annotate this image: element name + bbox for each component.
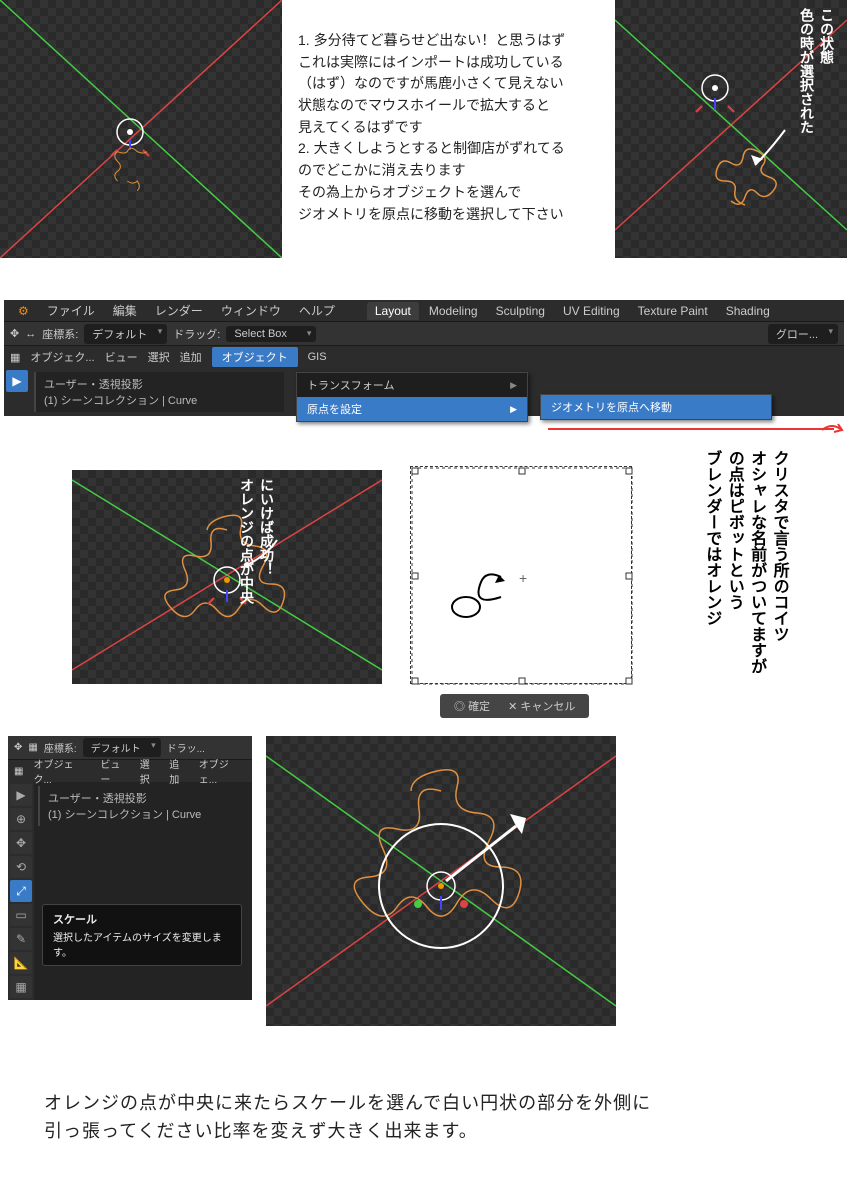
blender-icon: ⚙: [10, 302, 37, 320]
tab-layout[interactable]: Layout: [367, 302, 419, 320]
cancel-button[interactable]: ✕ キャンセル: [508, 698, 575, 714]
scale-tooltip: スケール 選択したアイテムのサイズを変更します。: [42, 904, 242, 966]
dropdown-geometry-to-origin[interactable]: ジオメトリを原点へ移動: [541, 395, 771, 419]
menu-file[interactable]: ファイル: [39, 300, 103, 321]
tab-modeling[interactable]: Modeling: [421, 302, 486, 320]
tool-move[interactable]: ✥: [10, 832, 32, 854]
viewport-success: [72, 470, 382, 684]
grid2-icon[interactable]: ▦: [28, 742, 37, 753]
dialog-buttons: ◎ 確定 ✕ キャンセル: [440, 694, 589, 718]
ok-button[interactable]: ◎ 確定: [454, 698, 490, 714]
tool-measure[interactable]: 📐: [10, 952, 32, 974]
label-drag: ドラッグ:: [173, 326, 220, 342]
annotation-pivot-explain: クリスタで言う所のコイツ オシャレな名前がついてますが の点はピボットという ブ…: [700, 450, 790, 870]
annotation-top-right: この状態 色の時が選択された: [795, 8, 835, 258]
dropdown-selectbox[interactable]: Select Box: [226, 326, 316, 342]
tab-texture[interactable]: Texture Paint: [630, 302, 716, 320]
editor-icon[interactable]: ▦: [10, 351, 20, 364]
annotation-success: にいけば成功！ オレンジの点が中央: [235, 478, 275, 678]
instruction-text-top: 1. 多分待てど暮らせど出ない！と思うはず これは実際にはインポートは成功してい…: [298, 30, 608, 225]
dropdown-global[interactable]: グロー...: [768, 324, 838, 344]
viewport-scale: [266, 736, 616, 1026]
origin-submenu: ジオメトリを原点へ移動: [540, 394, 772, 420]
tab-uv[interactable]: UV Editing: [555, 302, 628, 320]
dropdown-default[interactable]: デフォルト: [84, 324, 167, 344]
tab-shading[interactable]: Shading: [718, 302, 778, 320]
tool-column: ▶ ⊕ ✥ ⟲ ⤢ ▭ ✎ 📐 ▦: [8, 782, 34, 1000]
dropdown-transform[interactable]: トランスフォーム▶: [297, 373, 527, 397]
tool-scale[interactable]: ⤢: [10, 880, 32, 902]
viewport-top-left: [0, 0, 282, 258]
menu-help[interactable]: ヘルプ: [291, 300, 343, 321]
viewport-info-2: ユーザー・透視投影 (1) シーンコレクション | Curve: [38, 786, 248, 826]
instruction-text-bottom: オレンジの点が中央に来たらスケールを選んで白い円状の部分を外側に 引っ張ってくだ…: [44, 1090, 804, 1146]
tool-select[interactable]: ▶: [10, 784, 32, 806]
cursor2-icon[interactable]: ✥: [14, 742, 22, 753]
sub-object-btn[interactable]: オブジェクト: [212, 347, 298, 367]
sub-select[interactable]: 選択: [148, 349, 170, 365]
tool-transform[interactable]: ▭: [10, 904, 32, 926]
clipstudio-bbox: +: [410, 466, 632, 684]
sub-add[interactable]: 追加: [180, 349, 202, 365]
tool-annotate[interactable]: ✎: [10, 928, 32, 950]
red-underline: [548, 428, 834, 430]
object-dropdown: トランスフォーム▶ 原点を設定▶: [296, 372, 528, 422]
sub-view[interactable]: ビュー: [105, 349, 138, 365]
svg-text:+: +: [519, 570, 527, 586]
editor2-icon[interactable]: ▦: [14, 766, 23, 777]
cursor-icon[interactable]: ✥: [10, 327, 19, 340]
viewport-info: ユーザー・透視投影 (1) シーンコレクション | Curve: [34, 372, 284, 412]
label-coord: 座標系:: [42, 326, 78, 342]
tool-add[interactable]: ▦: [10, 976, 32, 998]
menu-edit[interactable]: 編集: [105, 300, 145, 321]
sub-gis[interactable]: GIS: [308, 351, 327, 363]
tab-sculpting[interactable]: Sculpting: [488, 302, 553, 320]
dropdown-set-origin[interactable]: 原点を設定▶: [297, 397, 527, 421]
menu-render[interactable]: レンダー: [147, 300, 211, 321]
dd2-default[interactable]: デフォルト: [83, 738, 161, 757]
tool-select-icon[interactable]: ▶: [6, 370, 28, 392]
sub-object-mode[interactable]: オブジェク...: [30, 349, 94, 365]
tool-cursor[interactable]: ⊕: [10, 808, 32, 830]
menu-window[interactable]: ウィンドウ: [213, 300, 289, 321]
tool-rotate[interactable]: ⟲: [10, 856, 32, 878]
move-icon[interactable]: ↔: [25, 328, 36, 340]
